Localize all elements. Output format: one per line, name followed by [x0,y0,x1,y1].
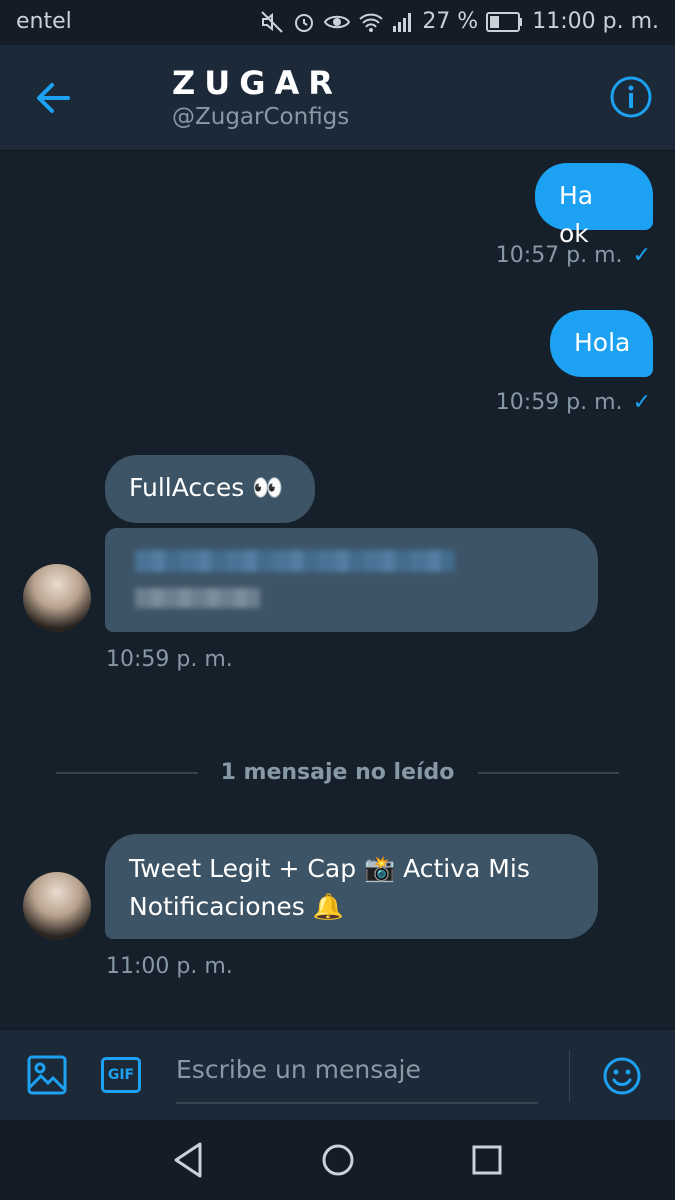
divider-line [478,772,619,774]
check-icon: ✓ [632,243,651,268]
message-timestamp: 11:00 p. m. [106,954,233,979]
carrier-label: entel [16,9,72,34]
battery-percent: 27 % [422,9,479,34]
blurred-link-preview[interactable] [105,528,598,632]
navigation-bar [0,1120,675,1200]
message-text: Hola [574,328,631,357]
signal-icon [393,12,412,32]
back-arrow-icon[interactable] [30,75,76,121]
message-bubble-incoming[interactable]: FullAcces 👀 [105,455,315,523]
emoji-icon[interactable] [603,1057,641,1095]
gif-button[interactable]: GIF [101,1057,141,1093]
clock: 11:00 p. m. [532,9,659,34]
message-bubble-outgoing[interactable]: Ha ok [535,163,653,248]
message-timestamp: 10:57 p. m. ✓ [496,243,651,268]
message-text: FullAcces 👀 [129,473,284,502]
status-bar: entel 27 % 11:00 p. m. [0,0,675,45]
nav-back-icon[interactable] [172,1140,204,1180]
conversation-header: ZUGAR @ZugarConfigs [0,45,675,151]
eye-icon [324,15,351,28]
message-timestamp: 10:59 p. m. ✓ [496,390,651,415]
battery-icon [486,11,523,32]
blurred-text-line [135,550,455,572]
gif-label: GIF [107,1067,135,1083]
wifi-icon [359,13,383,32]
nav-recents-icon[interactable] [472,1140,502,1180]
conversation-handle: @ZugarConfigs [172,104,350,130]
message-text: Ha ok [559,181,594,248]
message-input[interactable]: Escribe un mensaje [176,1050,538,1104]
avatar[interactable] [23,872,91,940]
alarm-icon [295,13,314,32]
check-icon: ✓ [632,390,651,415]
message-timestamp: 10:59 p. m. [106,647,233,672]
image-icon[interactable] [27,1055,67,1095]
avatar[interactable] [23,564,91,632]
info-icon[interactable] [609,75,653,119]
divider [569,1050,570,1102]
message-bubble-incoming[interactable]: Tweet Legit + Cap 📸 Activa Mis Notificac… [105,834,598,939]
status-icons: 27 % 11:00 p. m. [260,9,659,34]
mute-icon [261,10,284,33]
message-text: Tweet Legit + Cap 📸 Activa Mis Notificac… [129,854,530,921]
conversation-title: ZUGAR [172,64,342,102]
compose-bar: GIF Escribe un mensaje [0,1029,675,1121]
timestamp-text: 10:59 p. m. [495,390,623,415]
blurred-text-line [135,588,260,608]
message-bubble-outgoing[interactable]: Hola [550,310,653,377]
timestamp-text: 10:57 p. m. [495,243,623,268]
nav-home-icon[interactable] [321,1140,355,1180]
